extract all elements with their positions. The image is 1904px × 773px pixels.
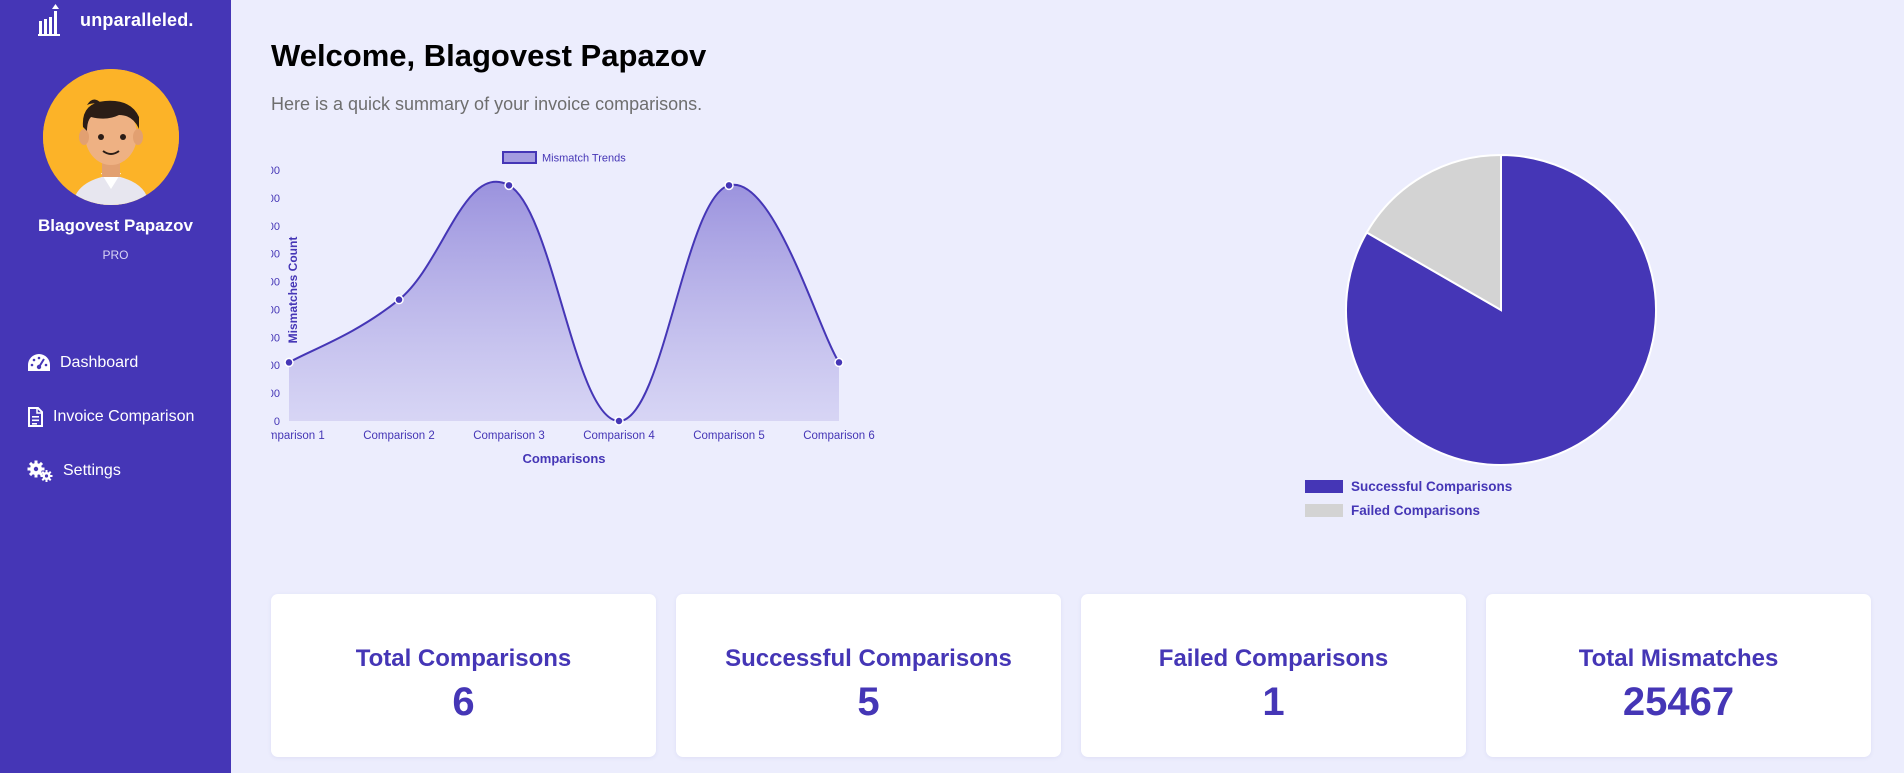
x-axis-title: Comparisons [522, 451, 605, 466]
x-tick-label: Comparison 6 [803, 430, 875, 442]
stat-card-total-comparisons: Total Comparisons 6 [271, 594, 656, 757]
brand[interactable]: unparalleled. [38, 0, 194, 40]
nav-label-settings: Settings [63, 462, 121, 479]
user-tier-badge: PRO [102, 248, 129, 262]
y-tick-label: 0 [274, 416, 280, 428]
x-tick-label: Comparison 3 [473, 430, 545, 442]
nav-item-settings[interactable]: Settings [0, 451, 231, 491]
x-tick-label: Comparison 4 [583, 430, 655, 442]
data-point [504, 180, 514, 191]
stat-label: Total Comparisons [355, 645, 572, 672]
gauge-icon [28, 354, 50, 371]
page-subtitle: Here is a quick summary of your invoice … [271, 94, 703, 114]
main-content: Welcome, Blagovest Papazov Here is a qui… [231, 0, 1904, 773]
brand-name: unparalleled. [80, 9, 194, 30]
stat-value: 1 [1262, 680, 1285, 724]
data-point [284, 357, 294, 368]
comparison-pie-chart: Successful Comparisons Failed Comparisons [1305, 153, 1657, 518]
stat-value: 6 [452, 680, 475, 724]
y-axis-title: Mismatches Count [286, 237, 300, 344]
legend-label: Failed Comparisons [1351, 503, 1480, 518]
stat-card-failed-comparisons: Failed Comparisons 1 [1081, 594, 1466, 757]
page-title: Welcome, Blagovest Papazov [271, 38, 707, 73]
series-area-fill [289, 181, 839, 421]
x-tick-label: Comparison 2 [363, 430, 435, 442]
stat-card-successful-comparisons: Successful Comparisons 5 [676, 594, 1061, 757]
stat-value: 25467 [1622, 680, 1735, 724]
nav-item-invoice-comparison[interactable]: Invoice Comparison [0, 397, 231, 437]
stat-label: Failed Comparisons [1158, 645, 1389, 672]
gears-icon [27, 460, 53, 482]
y-tick-label: 2,000 [271, 360, 280, 372]
legend-label: Successful Comparisons [1351, 479, 1512, 494]
y-tick-label: 5,000 [271, 277, 280, 289]
data-point [614, 416, 624, 426]
x-tick-label: Comparison 1 [271, 430, 325, 442]
legend-swatch [1305, 480, 1343, 493]
y-tick-label: 8,000 [271, 193, 280, 205]
nav-item-dashboard[interactable]: Dashboard [0, 343, 231, 383]
legend-label: Mismatch Trends [542, 153, 626, 165]
y-tick-label: 9,000 [271, 165, 280, 177]
nav-label-invoice-comparison: Invoice Comparison [53, 408, 195, 425]
avatar-illustration [43, 69, 179, 205]
data-point [724, 180, 734, 191]
stat-label: Successful Comparisons [725, 645, 1012, 672]
sidebar: unparalleled. Blagovest Papazov PRO Dash… [0, 0, 231, 773]
nav-label-dashboard: Dashboard [60, 354, 139, 371]
stat-value: 5 [857, 680, 880, 724]
stat-label: Total Mismatches [1578, 645, 1779, 672]
stat-card-total-mismatches: Total Mismatches 25467 [1486, 594, 1871, 757]
bar-chart-logo-icon [38, 4, 60, 36]
x-tick-label: Comparison 5 [693, 430, 765, 442]
mismatch-trend-chart: 0 1,000 2,000 3,000 4,000 5,000 6,000 7,000 8,00… [271, 151, 875, 466]
avatar[interactable] [43, 69, 179, 205]
legend-swatch [502, 151, 537, 164]
user-name: Blagovest Papazov [38, 216, 193, 235]
y-tick-label: 4,000 [271, 304, 280, 316]
y-tick-label: 7,000 [271, 221, 280, 233]
y-tick-label: 1,000 [271, 388, 280, 400]
document-icon [28, 407, 43, 427]
data-point [394, 294, 404, 305]
data-point [834, 357, 844, 368]
y-tick-label: 3,000 [271, 332, 280, 344]
legend-swatch [1305, 504, 1343, 517]
y-tick-label: 6,000 [271, 249, 280, 261]
